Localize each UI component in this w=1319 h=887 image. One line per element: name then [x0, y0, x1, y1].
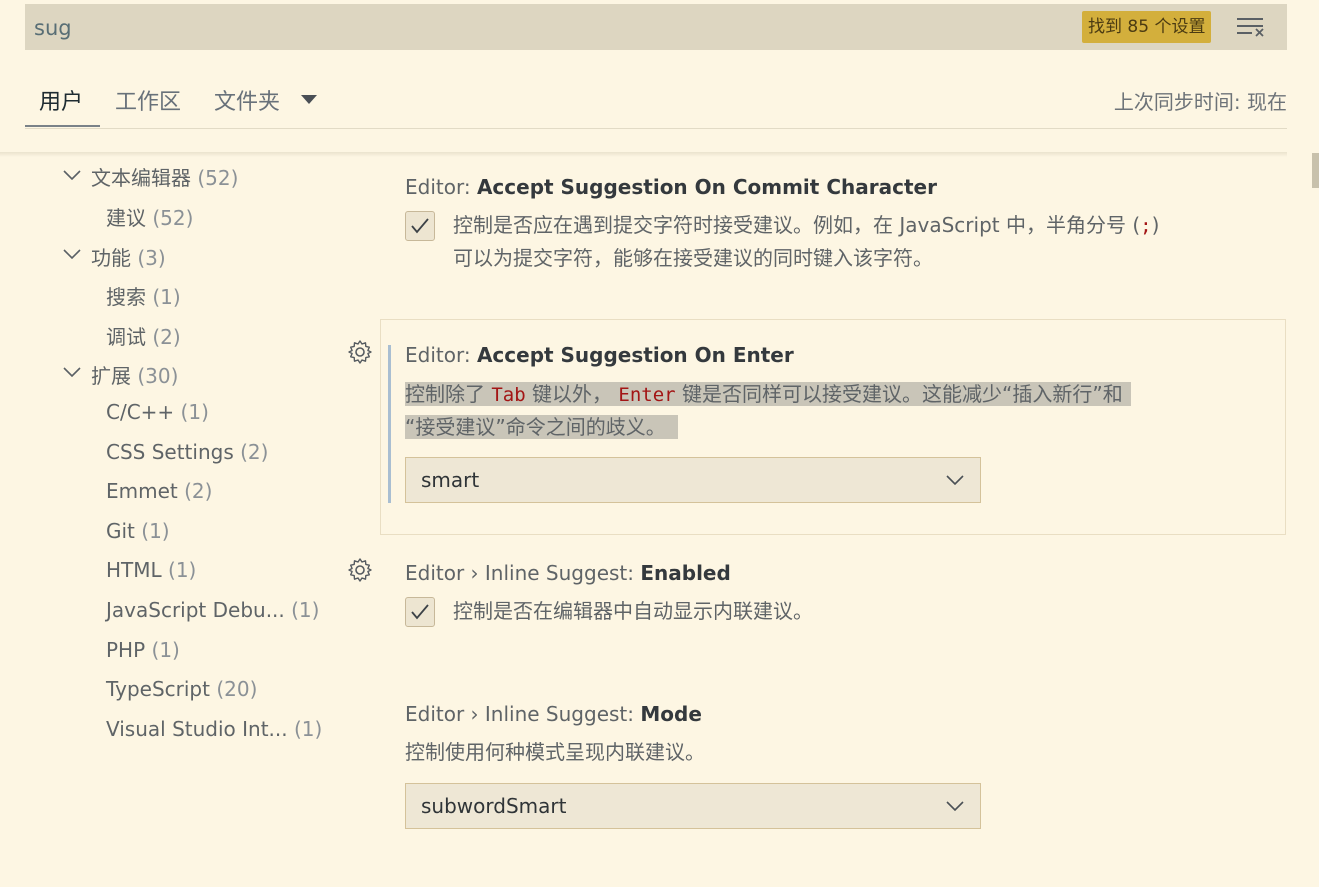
- check-icon: [411, 218, 429, 234]
- chevron-down-icon: [946, 801, 964, 811]
- setting-select[interactable]: subwordSmart: [405, 783, 981, 829]
- toc-item-cpp[interactable]: C/C++ (1): [106, 400, 209, 424]
- toc-item-extensions[interactable]: 扩展 (30): [91, 360, 178, 389]
- toc-item-html[interactable]: HTML (1): [106, 558, 196, 582]
- chevron-down-icon[interactable]: [63, 170, 81, 180]
- gear-icon[interactable]: [347, 557, 373, 583]
- setting-title: Editor › Inline Suggest: Enabled: [405, 561, 731, 585]
- active-tab-indicator: [25, 125, 100, 127]
- chevron-down-icon[interactable]: [63, 367, 81, 377]
- tab-folder[interactable]: 文件夹: [214, 84, 280, 116]
- setting-select[interactable]: smart: [405, 457, 981, 503]
- search-input[interactable]: [34, 16, 934, 40]
- tab-user[interactable]: 用户: [39, 84, 83, 116]
- gear-icon[interactable]: [347, 339, 373, 365]
- toc-item-suggestions[interactable]: 建议 (52): [106, 202, 193, 231]
- setting-title: Editor: Accept Suggestion On Enter: [405, 343, 794, 367]
- toc-item-emmet[interactable]: Emmet (2): [106, 479, 212, 503]
- folder-dropdown-icon[interactable]: [301, 95, 317, 104]
- toc-item-debug[interactable]: 调试 (2): [106, 321, 181, 350]
- chevron-down-icon: [946, 475, 964, 485]
- setting-description: 控制是否在编辑器中自动显示内联建议。: [453, 599, 813, 623]
- setting-checkbox[interactable]: [405, 597, 435, 627]
- toc-item-text-editor[interactable]: 文本编辑器 (52): [91, 162, 238, 191]
- setting-description: 控制是否应在遇到提交字符时接受建议。例如，在 JavaScript 中，半角分号…: [453, 213, 1160, 270]
- settings-scope-tabs: 用户 工作区 文件夹 上次同步时间: 现在: [25, 74, 1287, 129]
- toc-item-git[interactable]: Git (1): [106, 519, 170, 543]
- focus-indicator-bar: [388, 345, 391, 503]
- scrollbar-thumb[interactable]: [1312, 153, 1319, 188]
- chevron-down-icon[interactable]: [63, 249, 81, 259]
- setting-checkbox[interactable]: [405, 211, 435, 241]
- setting-description: 控制使用何种模式呈现内联建议。: [405, 740, 705, 764]
- toc-item-php[interactable]: PHP (1): [106, 638, 180, 662]
- setting-title: Editor: Accept Suggestion On Commit Char…: [405, 175, 937, 199]
- clear-filter-icon[interactable]: [1237, 17, 1265, 37]
- toc-item-typescript[interactable]: TypeScript (20): [106, 677, 257, 701]
- toc-item-search[interactable]: 搜索 (1): [106, 281, 181, 310]
- toc-item-javascript-debugger[interactable]: JavaScript Debu... (1): [106, 598, 319, 622]
- setting-description: 控制除了 Tab 键以外， Enter 键是否同样可以接受建议。这能减少“插入新…: [405, 378, 1245, 443]
- check-icon: [411, 604, 429, 620]
- header-divider: [0, 152, 1287, 157]
- toc-item-features[interactable]: 功能 (3): [91, 242, 166, 271]
- sync-status: 上次同步时间: 现在: [1113, 90, 1287, 114]
- settings-search-bar: 找到 85 个设置: [25, 4, 1287, 50]
- search-result-count-badge: 找到 85 个设置: [1082, 11, 1212, 43]
- toc-item-css-settings[interactable]: CSS Settings (2): [106, 440, 268, 464]
- setting-title: Editor › Inline Suggest: Mode: [405, 702, 702, 726]
- tab-workspace[interactable]: 工作区: [115, 84, 181, 116]
- toc-item-visual-studio-intellicode[interactable]: Visual Studio Int... (1): [106, 717, 322, 741]
